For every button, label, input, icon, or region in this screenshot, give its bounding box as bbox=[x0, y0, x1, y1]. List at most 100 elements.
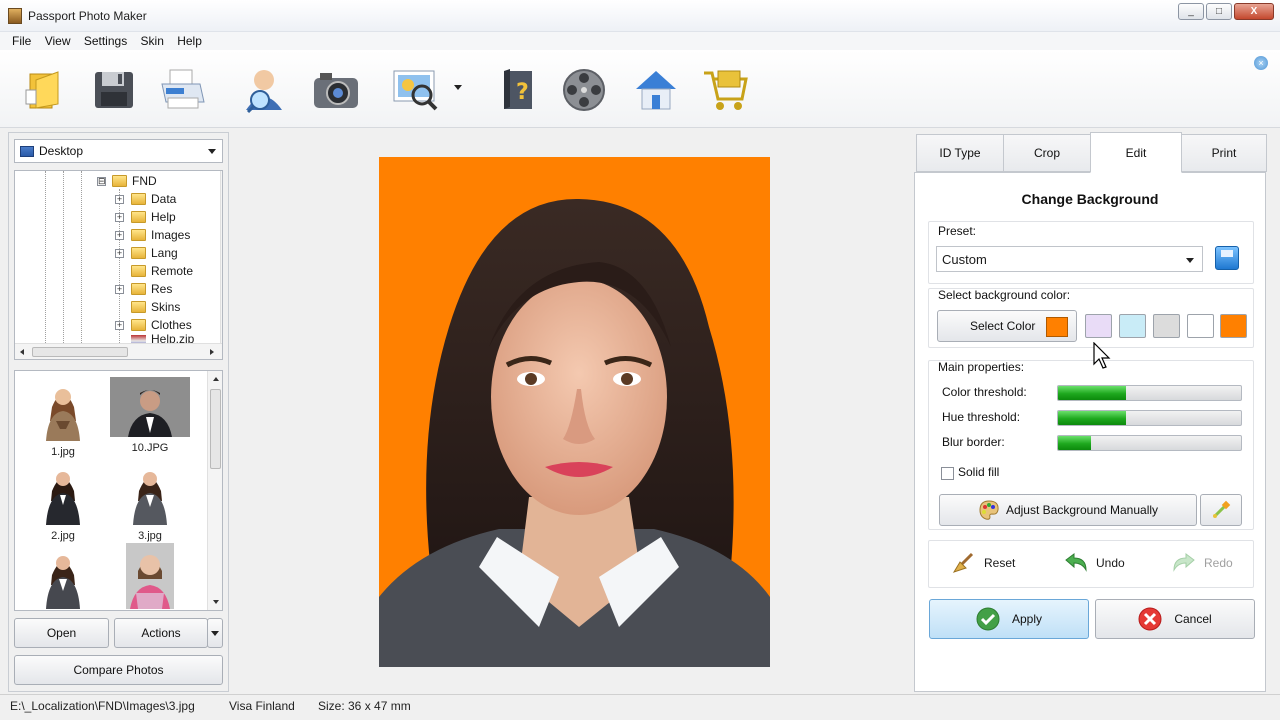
thumbnail-caption: 10.JPG bbox=[131, 442, 169, 454]
thumbnail-item[interactable]: 3.jpg bbox=[110, 461, 190, 542]
thumbnail-list[interactable]: 1.jpg 10.JPG 2.jpg 3.jpg bbox=[14, 370, 223, 611]
tree-item-help-zip[interactable]: Help.zip bbox=[15, 333, 205, 343]
status-bar: E:\_Localization\FND\Images\3.jpg Visa F… bbox=[0, 694, 1280, 720]
expand-icon[interactable]: + bbox=[115, 321, 124, 330]
swatch-white[interactable] bbox=[1187, 314, 1214, 338]
swatch-gray[interactable] bbox=[1153, 314, 1180, 338]
menu-help[interactable]: Help bbox=[172, 32, 207, 50]
tab-crop[interactable]: Crop bbox=[1003, 134, 1091, 172]
thumbnail-image bbox=[126, 543, 174, 609]
tree-item-label: Images bbox=[151, 228, 191, 242]
picker-button[interactable] bbox=[1200, 494, 1242, 526]
status-doc-type: Visa Finland bbox=[229, 699, 295, 713]
tree-item-remote[interactable]: Remote bbox=[15, 262, 205, 280]
menu-skin[interactable]: Skin bbox=[136, 32, 169, 50]
print-icon[interactable] bbox=[158, 66, 206, 114]
thumbnail-caption: 2.jpg bbox=[51, 530, 75, 542]
maximize-button[interactable]: □ bbox=[1206, 3, 1232, 20]
checkmark-icon bbox=[976, 607, 1000, 631]
camera-icon[interactable] bbox=[312, 66, 360, 114]
tab-print[interactable]: Print bbox=[1181, 134, 1267, 172]
folder-icon bbox=[131, 193, 146, 205]
svg-text:?: ? bbox=[516, 80, 529, 105]
user-search-icon[interactable] bbox=[240, 66, 288, 114]
undo-icon bbox=[1065, 553, 1087, 572]
tree-item-images[interactable]: + Images bbox=[15, 226, 205, 244]
video-tutorial-icon[interactable] bbox=[560, 66, 608, 114]
photo-zoom-icon[interactable] bbox=[392, 66, 440, 114]
tree-item-res[interactable]: + Res bbox=[15, 280, 205, 298]
home-icon[interactable] bbox=[632, 66, 680, 114]
thumbnail-item[interactable]: 2.jpg bbox=[23, 461, 103, 542]
window-controls: _ □ X bbox=[1178, 3, 1274, 20]
tree-item-clothes[interactable]: + Clothes bbox=[15, 316, 205, 334]
toolbar-close-icon[interactable]: × bbox=[1254, 56, 1268, 70]
select-color-label: Select Color bbox=[970, 319, 1036, 333]
blur-border-slider[interactable] bbox=[1057, 435, 1242, 451]
expand-icon[interactable]: + bbox=[115, 195, 124, 204]
folder-icon bbox=[131, 301, 146, 313]
tree-horizontal-scrollbar[interactable] bbox=[15, 343, 222, 359]
thumbnail-item[interactable]: 1.jpg bbox=[23, 377, 103, 458]
menu-view[interactable]: View bbox=[40, 32, 76, 50]
shopping-cart-icon[interactable] bbox=[702, 66, 750, 114]
cancel-button[interactable]: Cancel bbox=[1095, 599, 1255, 639]
tree-vertical-scrollbar[interactable] bbox=[220, 171, 222, 343]
redo-label: Redo bbox=[1204, 556, 1233, 570]
tree-item-label: Clothes bbox=[151, 318, 192, 332]
folder-tree[interactable]: ⊟ FND + Data + Help + Images + Lang Remo… bbox=[14, 170, 223, 360]
tree-item-fnd[interactable]: ⊟ FND bbox=[15, 172, 205, 190]
tree-item-lang[interactable]: + Lang bbox=[15, 244, 205, 262]
adjust-background-button[interactable]: Adjust Background Manually bbox=[939, 494, 1197, 526]
reset-button[interactable]: Reset bbox=[952, 552, 1015, 574]
actions-dropdown-button[interactable] bbox=[207, 618, 223, 648]
apply-button[interactable]: Apply bbox=[929, 599, 1089, 639]
redo-icon bbox=[1173, 553, 1195, 572]
expand-icon[interactable]: + bbox=[115, 213, 124, 222]
thumbnail-item[interactable] bbox=[110, 543, 190, 610]
select-color-button[interactable]: Select Color bbox=[937, 310, 1077, 342]
help-book-icon[interactable]: ? bbox=[494, 66, 542, 114]
folder-dropdown[interactable]: Desktop bbox=[14, 139, 223, 163]
thumbnail-item[interactable] bbox=[23, 545, 103, 610]
close-button[interactable]: X bbox=[1234, 3, 1274, 20]
tree-item-skins[interactable]: Skins bbox=[15, 298, 205, 316]
tab-id-type[interactable]: ID Type bbox=[916, 134, 1004, 172]
thumbnail-item[interactable]: 10.JPG bbox=[110, 377, 190, 454]
undo-button[interactable]: Undo bbox=[1064, 552, 1125, 574]
open-button[interactable]: Open bbox=[14, 618, 109, 648]
menu-file[interactable]: File bbox=[7, 32, 36, 50]
tab-edit[interactable]: Edit bbox=[1090, 132, 1182, 173]
cancel-label: Cancel bbox=[1174, 612, 1212, 626]
photo-preview[interactable] bbox=[379, 157, 770, 667]
minimize-button[interactable]: _ bbox=[1178, 3, 1204, 20]
save-preset-icon[interactable] bbox=[1215, 246, 1239, 270]
swatch-light-blue[interactable] bbox=[1119, 314, 1146, 338]
photo-zoom-dropdown-icon[interactable] bbox=[454, 85, 462, 90]
folder-icon bbox=[131, 229, 146, 241]
tree-item-help[interactable]: + Help bbox=[15, 208, 205, 226]
hue-threshold-slider[interactable] bbox=[1057, 410, 1242, 426]
compare-photos-button[interactable]: Compare Photos bbox=[14, 655, 223, 685]
reset-label: Reset bbox=[984, 556, 1016, 570]
actions-button[interactable]: Actions bbox=[114, 618, 208, 648]
redo-button[interactable]: Redo bbox=[1172, 552, 1233, 574]
menu-settings[interactable]: Settings bbox=[79, 32, 132, 50]
tree-item-label: Lang bbox=[151, 246, 178, 260]
expand-icon[interactable]: + bbox=[115, 249, 124, 258]
tree-item-data[interactable]: + Data bbox=[15, 190, 205, 208]
swatch-orange[interactable] bbox=[1220, 314, 1247, 338]
thumbnails-scrollbar[interactable] bbox=[207, 371, 222, 610]
collapse-icon[interactable]: ⊟ bbox=[97, 177, 106, 186]
expand-icon[interactable]: + bbox=[115, 285, 124, 294]
preset-dropdown[interactable]: Custom bbox=[936, 246, 1203, 272]
save-icon[interactable] bbox=[90, 66, 138, 114]
color-threshold-slider[interactable] bbox=[1057, 385, 1242, 401]
palette-icon bbox=[979, 500, 999, 520]
solid-fill-checkbox[interactable] bbox=[941, 467, 954, 480]
swatch-lavender[interactable] bbox=[1085, 314, 1112, 338]
thumbnail-image bbox=[42, 545, 84, 609]
expand-icon[interactable]: + bbox=[115, 231, 124, 240]
new-project-icon[interactable] bbox=[20, 66, 68, 114]
broom-icon bbox=[952, 552, 974, 573]
